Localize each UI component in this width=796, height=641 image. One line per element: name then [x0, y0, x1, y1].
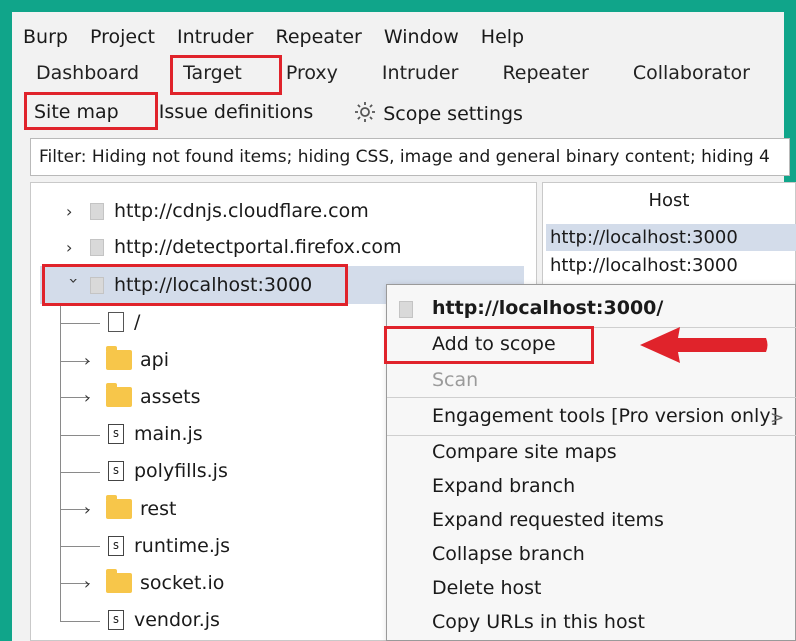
tab-proxy[interactable]: Proxy [264, 56, 360, 92]
tree-item[interactable]: s main.js [98, 423, 203, 445]
chevron-right-icon[interactable]: › [66, 238, 82, 257]
folder-icon [106, 495, 132, 519]
tab-dashboard[interactable]: Dashboard [14, 56, 161, 92]
tab-issue-definitions[interactable]: Issue definitions [139, 96, 334, 128]
tree-item-label: main.js [134, 423, 203, 445]
tree-node-label: http://localhost:3000 [114, 274, 313, 296]
script-file-icon: s [108, 424, 124, 444]
tree-item[interactable]: s vendor.js [98, 609, 220, 631]
filter-bar[interactable]: Filter: Hiding not found items; hiding C… [30, 138, 790, 176]
expand-branch-item[interactable]: Expand branch [432, 475, 575, 497]
chevron-right-icon[interactable]: › [66, 202, 82, 221]
context-menu-header: http://localhost:3000/ [432, 297, 664, 319]
menu-separator [387, 397, 796, 398]
menu-burp[interactable]: Burp [12, 20, 79, 56]
tree-node-host[interactable]: › http://cdnjs.cloudflare.com [66, 200, 369, 222]
page-icon [90, 238, 104, 256]
chevron-right-icon[interactable]: › [84, 500, 100, 519]
chevron-down-icon[interactable]: › [65, 277, 84, 293]
tab-site-map[interactable]: Site map [14, 96, 139, 128]
tree-item-label: runtime.js [134, 535, 231, 557]
expand-requested-items-item[interactable]: Expand requested items [432, 509, 664, 531]
chevron-right-icon[interactable]: › [84, 574, 100, 593]
compare-site-maps-item[interactable]: Compare site maps [432, 441, 617, 463]
script-file-icon: s [108, 461, 124, 481]
tree-connector [60, 621, 100, 622]
script-file-icon: s [108, 536, 124, 556]
tree-node-label: http://detectportal.firefox.com [114, 236, 402, 258]
script-file-icon: s [108, 610, 124, 630]
delete-host-item[interactable]: Delete host [432, 577, 541, 599]
page-icon [399, 301, 413, 318]
menu-intruder[interactable]: Intruder [166, 20, 265, 56]
tab-scope-settings[interactable]: Scope settings [333, 95, 543, 130]
tree-connector [60, 546, 100, 547]
tree-item-label: socket.io [140, 572, 225, 594]
tree-item-label: polyfills.js [134, 460, 228, 482]
add-to-scope-item[interactable]: Add to scope [432, 333, 556, 355]
tree-item-label: api [140, 349, 169, 371]
tree-item[interactable]: / [100, 311, 140, 333]
main-tab-bar: Dashboard Target Proxy Intruder Repeater… [14, 56, 784, 92]
engagement-tools-item[interactable]: Engagement tools [Pro version only] [432, 405, 778, 427]
tree-item[interactable]: › api [84, 346, 169, 371]
gear-icon [355, 101, 376, 122]
menu-window[interactable]: Window [373, 20, 470, 56]
host-table-row[interactable]: http://localhost:3000 [546, 252, 796, 279]
menu-separator [387, 435, 796, 436]
tree-item[interactable]: › assets [84, 383, 201, 408]
submenu-arrow-icon: > [770, 408, 785, 428]
tab-intruder[interactable]: Intruder [360, 56, 481, 92]
tree-connector [60, 472, 100, 473]
scan-item: Scan [432, 369, 479, 391]
tree-item[interactable]: › socket.io [84, 569, 225, 594]
tree-item-label: assets [140, 386, 201, 408]
menu-project[interactable]: Project [79, 20, 166, 56]
file-icon [108, 312, 124, 332]
tab-target[interactable]: Target [161, 56, 264, 92]
tree-connector [60, 323, 100, 324]
tree-item[interactable]: › rest [84, 495, 177, 520]
red-arrow-icon [640, 327, 768, 363]
collapse-branch-item[interactable]: Collapse branch [432, 543, 585, 565]
chevron-right-icon[interactable]: › [84, 388, 100, 407]
menu-bar: Burp Project Intruder Repeater Window He… [12, 20, 535, 56]
folder-icon [106, 346, 132, 370]
page-icon [90, 276, 104, 294]
tab-collaborator[interactable]: Collaborator [611, 56, 772, 92]
tree-node-host-selected[interactable]: › http://localhost:3000 [65, 274, 313, 296]
copy-urls-item[interactable]: Copy URLs in this host [432, 611, 645, 633]
menu-help[interactable]: Help [470, 20, 535, 56]
tree-item[interactable]: s runtime.js [98, 535, 230, 557]
tree-node-host[interactable]: › http://detectportal.firefox.com [66, 236, 402, 258]
folder-icon [106, 383, 132, 407]
sub-tab-bar: Site map Issue definitions Scope setting… [14, 94, 543, 130]
folder-icon [106, 569, 132, 593]
tree-connector [60, 306, 61, 622]
chevron-right-icon[interactable]: › [84, 351, 100, 370]
tree-item-label: rest [140, 498, 177, 520]
host-column-header[interactable]: Host [542, 190, 796, 211]
tree-item-label: / [134, 311, 141, 333]
menu-repeater[interactable]: Repeater [264, 20, 372, 56]
tree-item-label: vendor.js [134, 609, 220, 631]
host-table-row[interactable]: http://localhost:3000 [546, 224, 796, 251]
tree-item[interactable]: s polyfills.js [98, 460, 228, 482]
tree-connector [60, 435, 100, 436]
scope-settings-label: Scope settings [383, 102, 523, 125]
tree-node-label: http://cdnjs.cloudflare.com [114, 200, 369, 222]
page-icon [90, 202, 104, 220]
tab-repeater[interactable]: Repeater [480, 56, 610, 92]
